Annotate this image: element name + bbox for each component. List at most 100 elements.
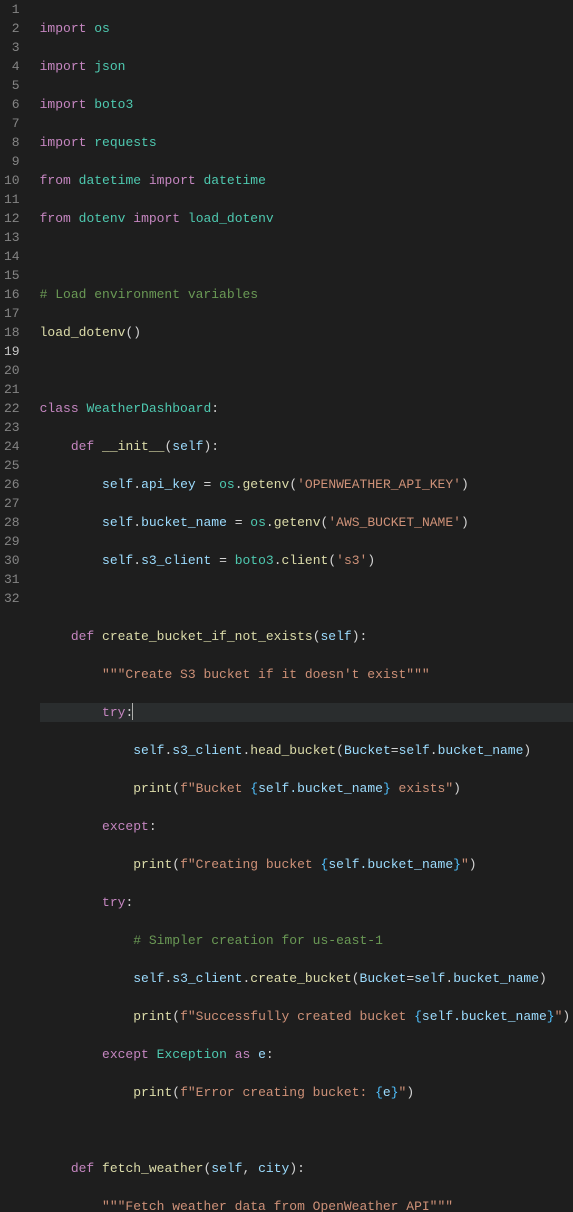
line-number: 11 <box>4 190 20 209</box>
attr: .bucket_name <box>360 857 454 872</box>
code-line[interactable]: self.bucket_name = os.getenv('AWS_BUCKET… <box>40 513 573 532</box>
keyword-try: try <box>102 705 125 720</box>
brace: { <box>414 1009 422 1024</box>
line-number: 21 <box>4 380 20 399</box>
line-number: 23 <box>4 418 20 437</box>
code-line[interactable]: def create_bucket_if_not_exists(self): <box>40 627 573 646</box>
line-number: 12 <box>4 209 20 228</box>
module-os: os <box>219 477 235 492</box>
self: self <box>258 781 289 796</box>
code-line[interactable]: self.s3_client.create_bucket(Bucket=self… <box>40 969 573 988</box>
code-line[interactable]: print(f"Bucket {self.bucket_name} exists… <box>40 779 573 798</box>
code-line[interactable] <box>40 1121 573 1140</box>
self: self <box>422 1009 453 1024</box>
code-line[interactable]: self.s3_client.head_bucket(Bucket=self.b… <box>40 741 573 760</box>
line-number: 18 <box>4 323 20 342</box>
code-line[interactable]: def __init__(self): <box>40 437 573 456</box>
comment: # Load environment variables <box>40 287 258 302</box>
line-number: 28 <box>4 513 20 532</box>
code-line[interactable]: from dotenv import load_dotenv <box>40 209 573 228</box>
attr: bucket_name <box>141 515 227 530</box>
line-number: 31 <box>4 570 20 589</box>
fn-client: client <box>282 553 329 568</box>
self: self <box>102 515 133 530</box>
code-line[interactable]: from datetime import datetime <box>40 171 573 190</box>
code-line[interactable]: self.api_key = os.getenv('OPENWEATHER_AP… <box>40 475 573 494</box>
code-line[interactable]: import os <box>40 19 573 38</box>
var-e: e <box>258 1047 266 1062</box>
line-number: 22 <box>4 399 20 418</box>
code-line[interactable]: self.s3_client = boto3.client('s3') <box>40 551 573 570</box>
attr: .bucket_name <box>453 1009 547 1024</box>
fstring-tail: " <box>461 857 469 872</box>
code-line[interactable] <box>40 361 573 380</box>
brace: } <box>453 857 461 872</box>
code-line[interactable]: """Create S3 bucket if it doesn't exist"… <box>40 665 573 684</box>
line-number: 2 <box>4 19 20 38</box>
line-number: 20 <box>4 361 20 380</box>
method-init: __init__ <box>102 439 164 454</box>
attr: .bucket_name <box>289 781 383 796</box>
line-number: 10 <box>4 171 20 190</box>
module-json: json <box>94 59 125 74</box>
code-line[interactable]: print(f"Successfully created bucket {sel… <box>40 1007 573 1026</box>
class-exception: Exception <box>157 1047 227 1062</box>
code-line[interactable]: try: <box>40 893 573 912</box>
code-line[interactable]: class WeatherDashboard: <box>40 399 573 418</box>
self: self <box>414 971 445 986</box>
keyword-def: def <box>71 439 94 454</box>
code-line[interactable]: import json <box>40 57 573 76</box>
code-line[interactable]: """Fetch weather data from OpenWeather A… <box>40 1197 573 1212</box>
keyword-as: as <box>235 1047 251 1062</box>
keyword-from: from <box>40 211 71 226</box>
param-city: city <box>258 1161 289 1176</box>
code-line[interactable]: print(f"Creating bucket {self.bucket_nam… <box>40 855 573 874</box>
line-number: 29 <box>4 532 20 551</box>
line-number: 24 <box>4 437 20 456</box>
self: self <box>102 553 133 568</box>
code-line[interactable]: except Exception as e: <box>40 1045 573 1064</box>
line-number: 5 <box>4 76 20 95</box>
fn-load-dotenv: load_dotenv <box>188 211 274 226</box>
class-datetime: datetime <box>204 173 266 188</box>
cursor-icon <box>132 703 133 720</box>
line-number: 9 <box>4 152 20 171</box>
code-line[interactable]: # Load environment variables <box>40 285 573 304</box>
module-boto3: boto3 <box>94 97 133 112</box>
keyword-import: import <box>40 21 87 36</box>
keyword-import: import <box>40 59 87 74</box>
brace: { <box>321 857 329 872</box>
code-line[interactable]: def fetch_weather(self, city): <box>40 1159 573 1178</box>
fn-getenv: getenv <box>243 477 290 492</box>
code-line[interactable]: except: <box>40 817 573 836</box>
kwarg: Bucket <box>344 743 391 758</box>
keyword-try: try <box>102 895 125 910</box>
brace: { <box>375 1085 383 1100</box>
attr: s3_client <box>172 743 242 758</box>
code-line[interactable] <box>40 247 573 266</box>
class-name: WeatherDashboard <box>86 401 211 416</box>
keyword-def: def <box>71 629 94 644</box>
fn-print: print <box>133 781 172 796</box>
line-number: 25 <box>4 456 20 475</box>
self: self <box>328 857 359 872</box>
code-line[interactable] <box>40 589 573 608</box>
keyword-import: import <box>40 135 87 150</box>
fn-print: print <box>133 857 172 872</box>
fn-print: print <box>133 1009 172 1024</box>
brace: } <box>547 1009 555 1024</box>
keyword-except: except <box>102 1047 149 1062</box>
module-dotenv: dotenv <box>79 211 126 226</box>
attr: api_key <box>141 477 196 492</box>
code-line[interactable]: # Simpler creation for us-east-1 <box>40 931 573 950</box>
keyword-import: import <box>149 173 196 188</box>
code-editor[interactable]: import os import json import boto3 impor… <box>30 0 573 606</box>
method-name: create_bucket_if_not_exists <box>102 629 313 644</box>
code-line[interactable]: import boto3 <box>40 95 573 114</box>
code-line[interactable]: load_dotenv() <box>40 323 573 342</box>
code-line[interactable]: print(f"Error creating bucket: {e}") <box>40 1083 573 1102</box>
self: self <box>133 743 164 758</box>
param-self: self <box>321 629 352 644</box>
code-line[interactable]: import requests <box>40 133 573 152</box>
code-line-active[interactable]: try: <box>40 703 573 722</box>
